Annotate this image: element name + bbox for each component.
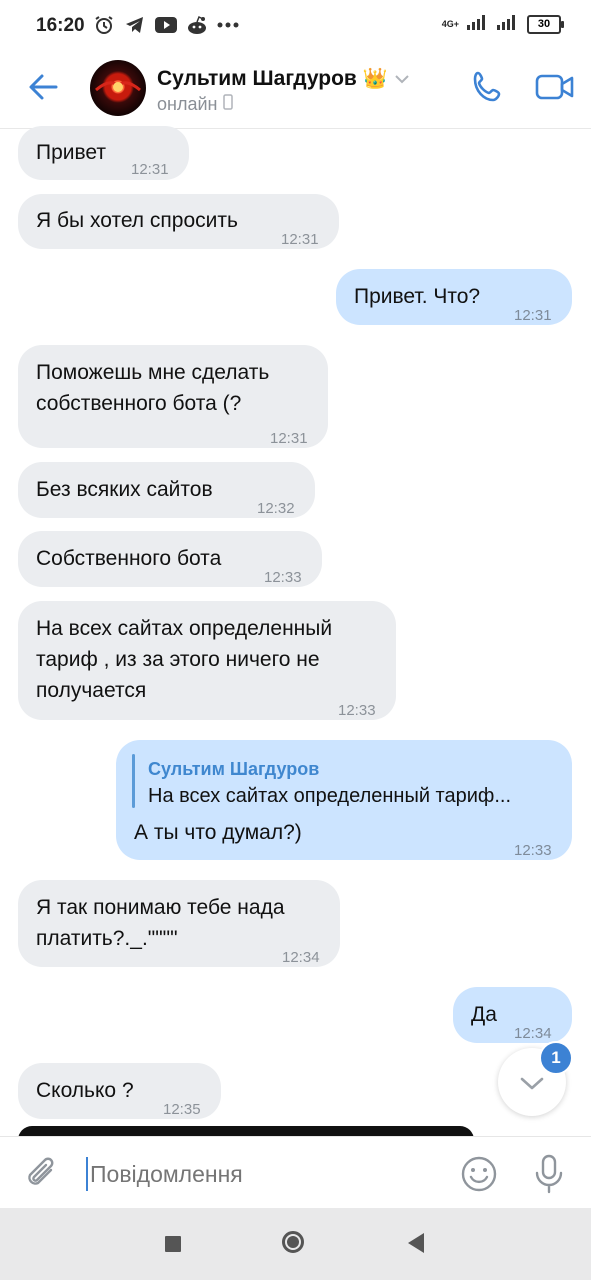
reddit-icon [186,14,208,36]
more-dots-icon [217,14,239,36]
message-text: На всех сайтах определенный [36,617,333,640]
phone-icon [473,71,501,102]
unread-badge: 1 [539,1041,573,1075]
message-text: Я так понимаю тебе нада [36,896,285,919]
signal-icon-2 [497,14,519,35]
composer [0,1136,591,1209]
message-input[interactable] [86,1155,450,1193]
message-bubble-reply[interactable]: Сультим Шагдуров На всех сайтах определе… [116,740,572,860]
text-cursor [86,1157,88,1191]
alarm-icon [93,14,115,36]
back-button[interactable] [26,70,60,104]
message-text: А ты что думал?) [134,821,302,844]
message-text: платить?._."""" [36,927,178,950]
message-time: 12:31 [514,307,552,324]
message-bubble[interactable]: Я бы хотел спросить 12:31 [18,194,339,249]
emoji-button[interactable] [460,1155,498,1193]
message-text: Сколько ? [36,1079,134,1102]
call-button[interactable] [470,69,506,105]
online-status: онлайн [157,94,234,115]
attach-button[interactable] [24,1155,62,1193]
signal-icon [467,14,489,35]
crown-icon: 👑 [362,68,388,90]
network-type: 4G+ [441,19,459,29]
system-indicators: 4G+ 30 [441,14,564,35]
message-bubble[interactable]: Привет 12:31 [18,126,189,180]
message-time: 12:33 [338,702,376,719]
mobile-icon [223,94,234,115]
message-text: Привет [36,141,107,164]
avatar[interactable] [90,60,146,116]
message-text: Привет. Что? [354,285,481,308]
reply-text[interactable]: На всех сайтах определенный тариф... [148,781,511,812]
message-time: 12:35 [163,1101,201,1118]
message-bubble[interactable]: Привет. Что? 12:31 [336,269,572,325]
message-time: 12:31 [270,430,308,447]
message-text: Собственного бота [36,547,222,570]
status-text: онлайн [157,94,218,114]
chat-header: Сультим Шагдуров 👑 онлайн [0,54,591,129]
message-text: получается [36,679,147,702]
message-bubble[interactable]: Сколько ? 12:35 [18,1063,221,1119]
battery-indicator: 30 [527,15,564,34]
message-text: собственного бота (? [36,392,242,415]
message-text: Без всяких сайтов [36,478,213,501]
message-time: 12:34 [282,949,320,966]
message-text: Я бы хотел спросить [36,209,238,232]
microphone-icon [535,1154,563,1194]
message-time: 12:32 [257,500,295,517]
message-time: 12:31 [131,161,169,178]
message-text: тариф , из за этого ничего не [36,648,320,671]
message-bubble[interactable]: Да 12:34 [453,987,572,1043]
home-button[interactable] [282,1231,304,1253]
reply-quote-bar [132,754,135,808]
system-nav-bar [0,1208,591,1280]
message-time: 12:33 [514,842,552,859]
message-bubble[interactable]: Без всяких сайтов 12:32 [18,462,315,518]
youtube-icon [155,14,177,36]
message-bubble[interactable]: Собственного бота 12:33 [18,531,322,587]
video-camera-icon [535,74,574,100]
video-call-button[interactable] [535,71,575,103]
recents-button[interactable] [165,1236,181,1252]
contact-name: Сультим Шагдуров [157,66,357,90]
status-bar: 16:20 4G+ 30 [0,0,591,54]
message-bubble[interactable]: На всех сайтах определенный тариф , из з… [18,601,396,720]
message-time: 12:31 [281,231,319,248]
chevron-down-icon[interactable] [394,67,410,91]
status-time: 16:20 [36,15,85,36]
paperclip-icon [28,1157,54,1185]
arrow-left-icon [29,74,58,100]
system-back-button[interactable] [408,1233,424,1253]
notification-icons [93,14,239,36]
message-bubble[interactable]: Я так понимаю тебе нада платить?._."""" … [18,880,340,967]
message-bubble[interactable]: Поможешь мне сделать собственного бота (… [18,345,328,448]
message-text: Поможешь мне сделать [36,361,270,384]
voice-message-button[interactable] [532,1153,566,1195]
smiley-icon [461,1156,497,1192]
telegram-icon [124,14,146,36]
contact-name-row[interactable]: Сультим Шагдуров 👑 [157,66,410,91]
message-time: 12:33 [264,569,302,586]
message-text: Да [471,1003,497,1026]
